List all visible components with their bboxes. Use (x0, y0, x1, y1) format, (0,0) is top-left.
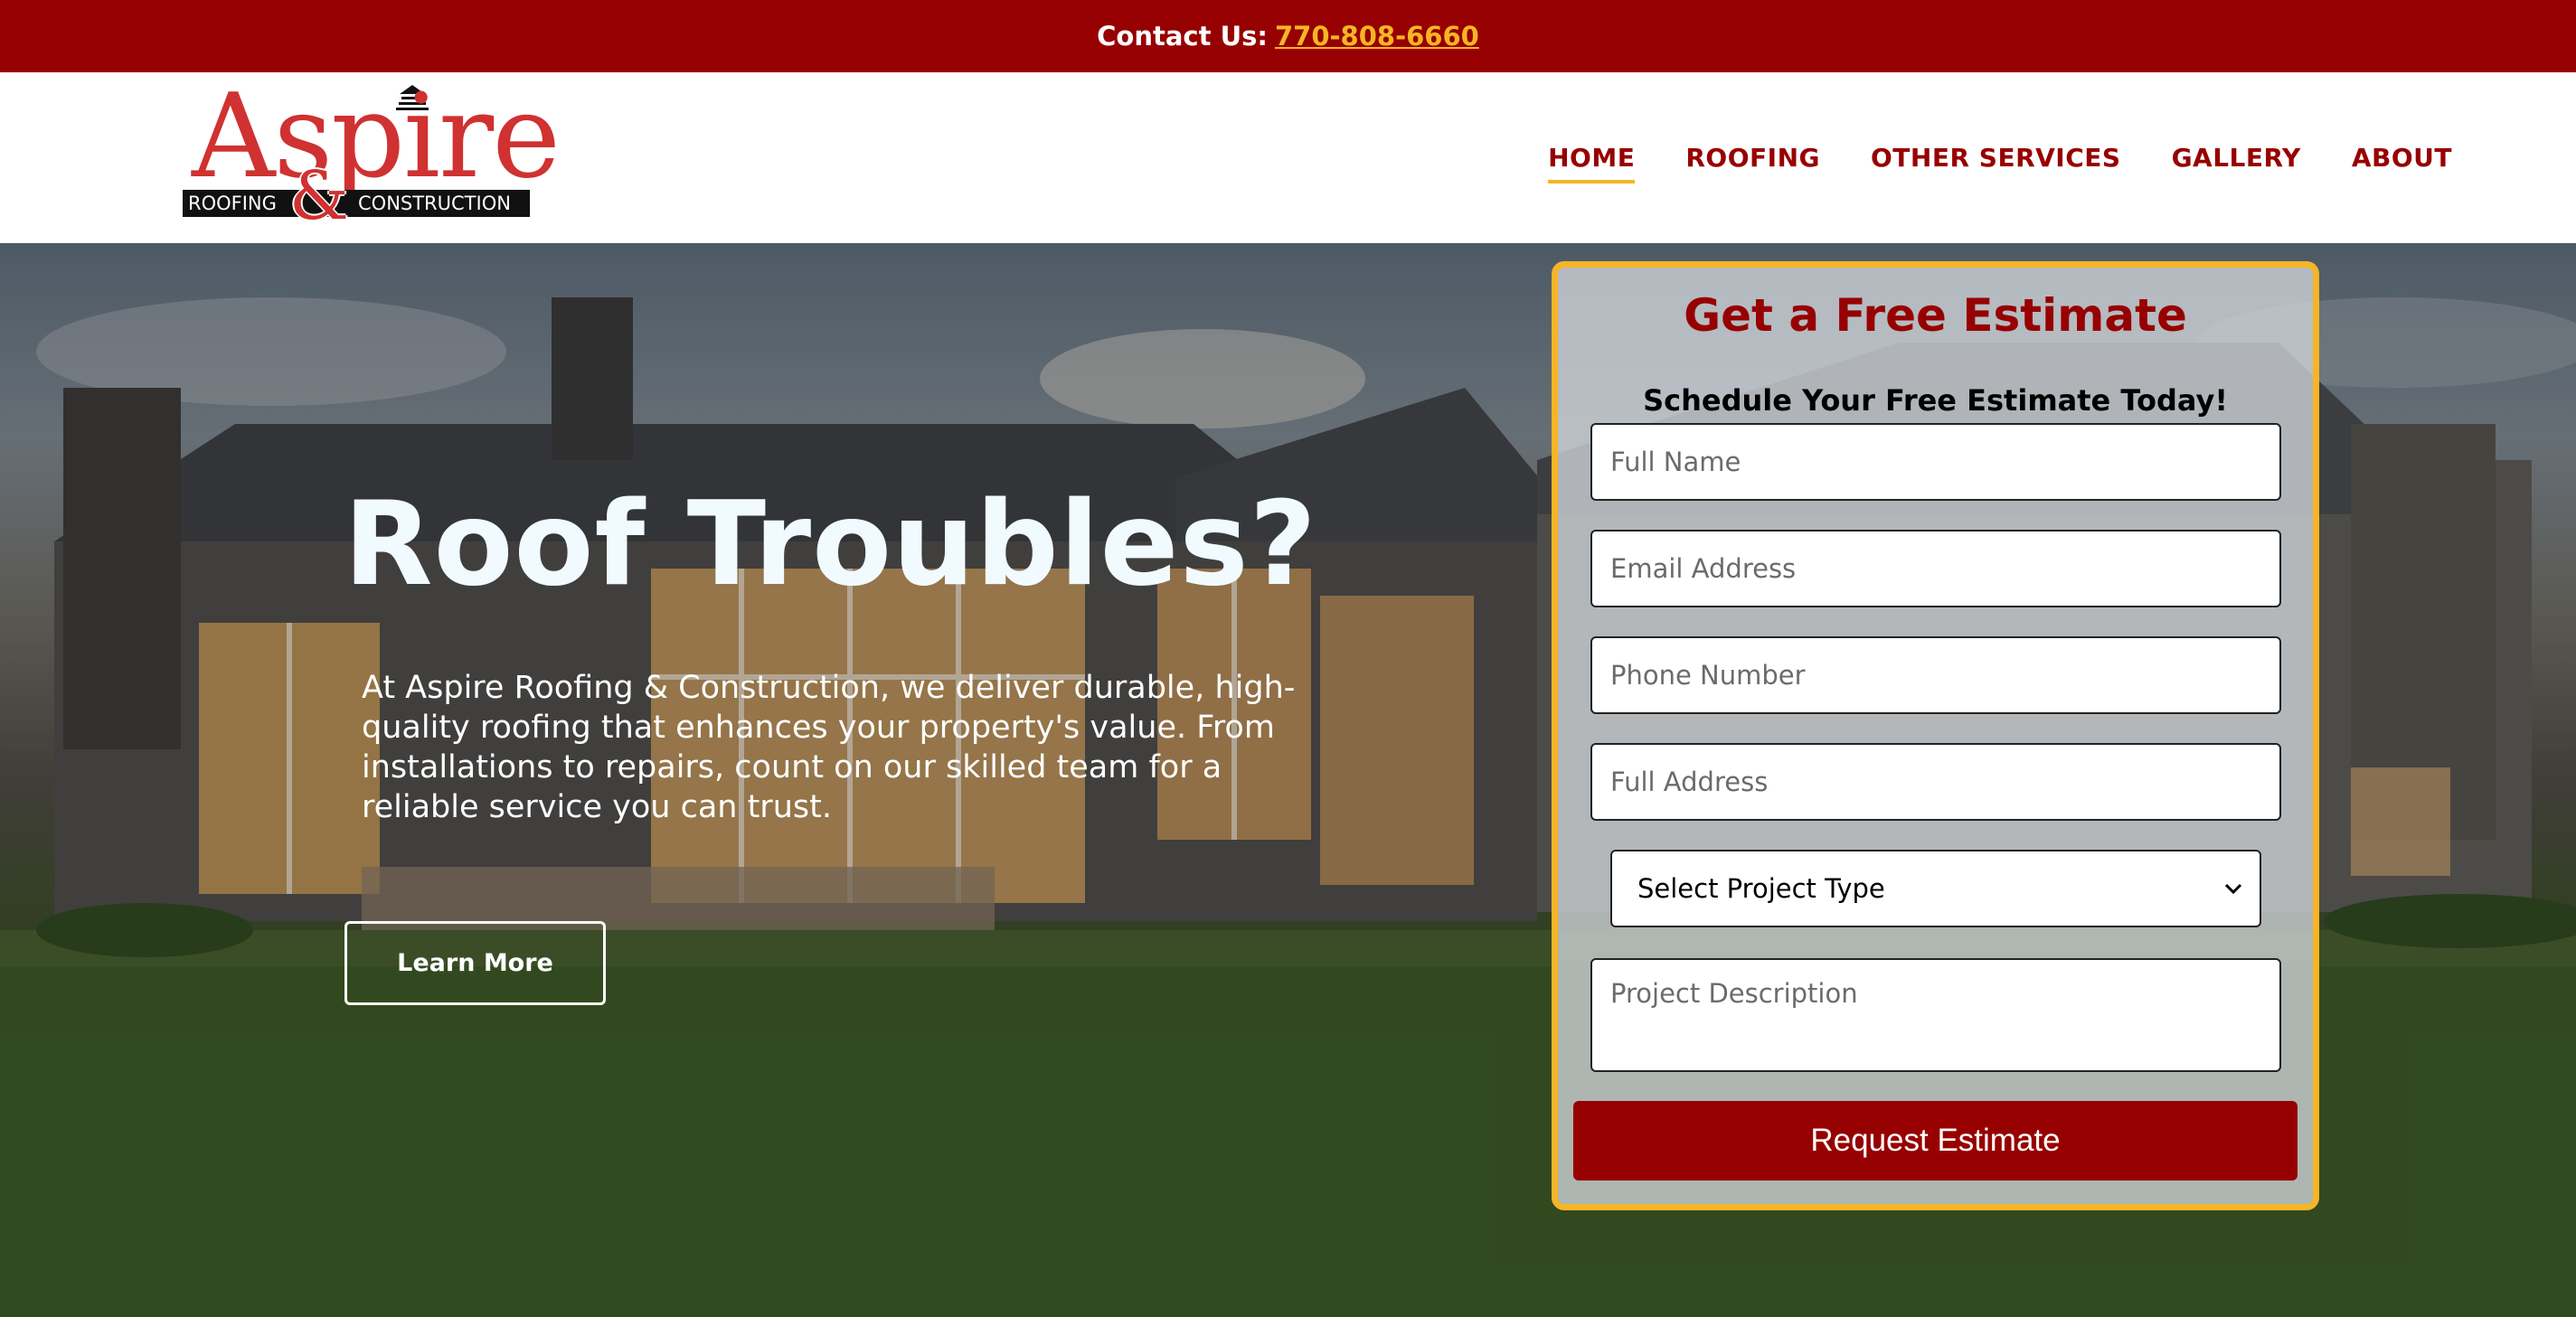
hero-title: Roof Troubles? (344, 477, 1317, 612)
learn-more-button[interactable]: Learn More (344, 921, 606, 1005)
nav-about[interactable]: ABOUT (2352, 137, 2452, 178)
logo-left-text: ROOFING (188, 193, 277, 214)
project-type-select[interactable]: Select Project Type (1610, 850, 2261, 927)
estimate-form-card: Get a Free Estimate Schedule Your Free E… (1552, 261, 2319, 1210)
nav-home[interactable]: HOME (1548, 137, 1636, 183)
contact-bar: Contact Us: 770-808-6660 (0, 0, 2576, 72)
logo[interactable]: Aspire ROOFING CONSTRUCTION & (183, 80, 561, 235)
logo-tagline-bar: ROOFING CONSTRUCTION (183, 190, 530, 217)
main-nav: HOME ROOFING OTHER SERVICES GALLERY ABOU… (1548, 72, 2452, 243)
form-subtitle: Schedule Your Free Estimate Today! (1643, 383, 2228, 418)
phone-link[interactable]: 770-808-6660 (1275, 21, 1479, 52)
form-title: Get a Free Estimate (1684, 289, 2187, 342)
logo-right-text: CONSTRUCTION (358, 193, 511, 214)
logo-word: Aspire (192, 70, 561, 204)
request-estimate-button[interactable]: Request Estimate (1573, 1101, 2298, 1181)
hero-section: Roof Troubles? At Aspire Roofing & Const… (0, 243, 2576, 1317)
nav-roofing[interactable]: ROOFING (1685, 137, 1820, 178)
phone-input[interactable] (1590, 636, 2281, 714)
email-input[interactable] (1590, 530, 2281, 607)
full-name-input[interactable] (1590, 423, 2281, 501)
hero-description: At Aspire Roofing & Construction, we del… (362, 670, 1296, 825)
nav-other-services[interactable]: OTHER SERVICES (1871, 137, 2121, 178)
chevron-down-icon (2224, 883, 2242, 895)
address-input[interactable] (1590, 743, 2281, 821)
project-type-value: Select Project Type (1637, 873, 1885, 904)
project-description-input[interactable] (1590, 958, 2281, 1072)
nav-gallery[interactable]: GALLERY (2172, 137, 2301, 178)
logo-ampersand: & (289, 157, 349, 235)
site-header: Aspire ROOFING CONSTRUCTION & HOME ROOFI… (0, 72, 2576, 243)
contact-label: Contact Us: (1097, 21, 1268, 52)
